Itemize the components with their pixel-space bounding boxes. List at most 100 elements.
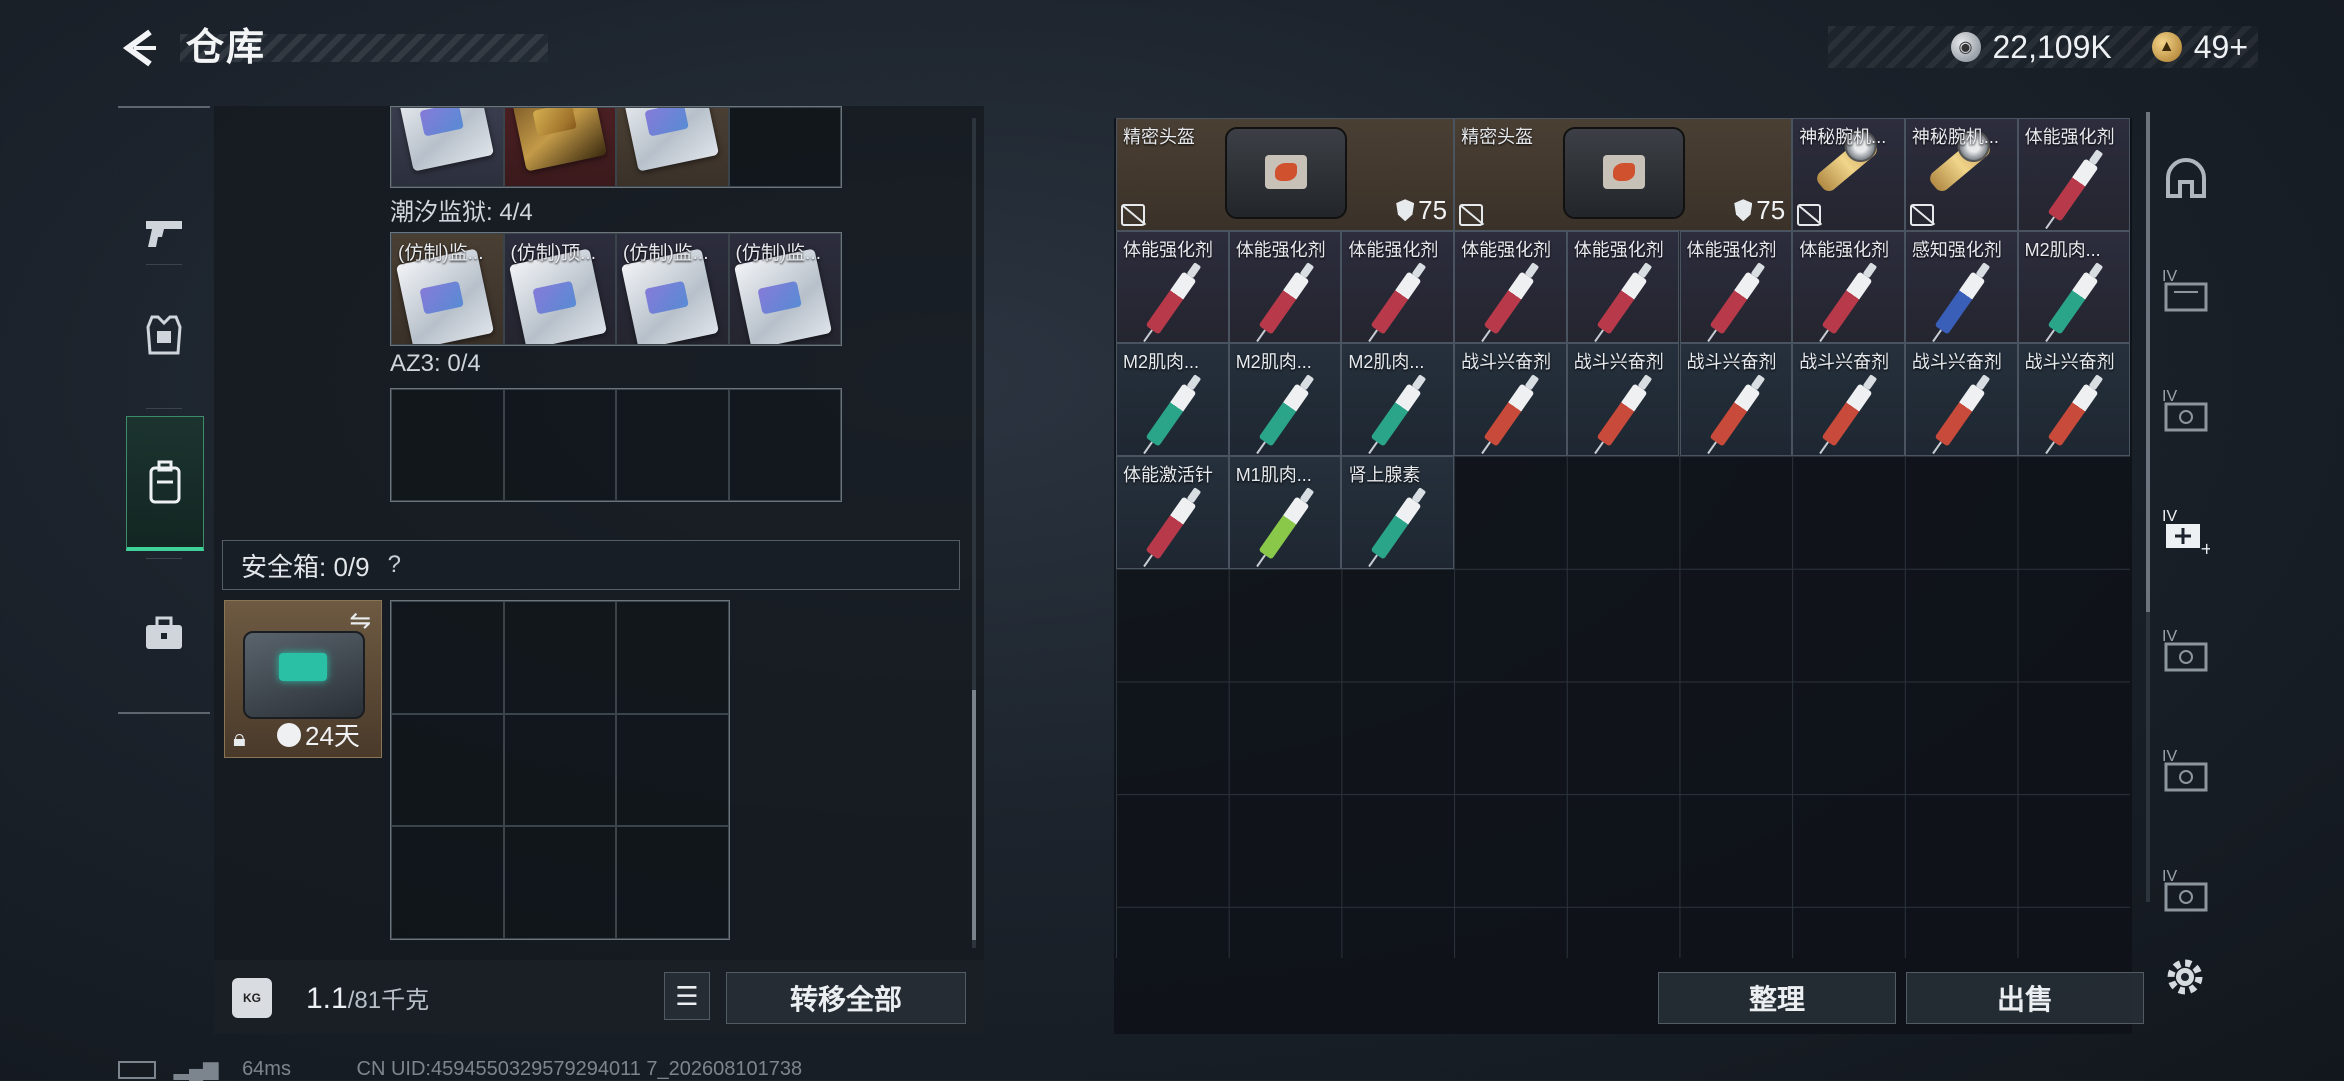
transfer-all-button[interactable]: 转移全部 <box>726 972 966 1024</box>
empty-slot[interactable] <box>503 713 617 827</box>
syringe-image <box>1258 271 1310 335</box>
item-name: 感知强化剂 <box>1911 239 2002 260</box>
key-card-slot[interactable] <box>616 107 729 187</box>
time-left-text: 24天 <box>305 721 360 751</box>
empty-slot[interactable] <box>391 826 504 939</box>
container-iv-add[interactable]: IV + <box>2162 508 2213 558</box>
item-name: 战斗兴奋剂 <box>1461 352 1552 373</box>
stash-item[interactable]: 体能强化剂 <box>1228 230 1342 344</box>
silver-amount: 22,109K <box>1992 28 2112 65</box>
sort-button[interactable]: 整理 <box>1658 972 1896 1024</box>
empty-slot[interactable] <box>391 713 504 827</box>
settings-button[interactable] <box>2162 954 2210 995</box>
key-card-slot[interactable]: (仿制)监... <box>728 233 841 345</box>
stash-item[interactable]: M2肌肉... <box>2017 230 2130 344</box>
empty-slot[interactable] <box>616 713 729 827</box>
item-name: 体能激活针 <box>1123 465 1213 486</box>
container-iv-3[interactable]: IV <box>2162 628 2210 674</box>
stash-item[interactable]: M2肌肉... <box>1341 343 1455 457</box>
container-iv-1[interactable]: IV <box>2162 268 2210 314</box>
stash-item[interactable]: 战斗兴奋剂 <box>1792 343 1905 457</box>
stash-item[interactable]: 体能强化剂 <box>1341 230 1455 344</box>
stash-item[interactable]: 战斗兴奋剂 <box>1679 343 1793 457</box>
stash-item[interactable]: 战斗兴奋剂 <box>2017 343 2130 457</box>
tab-divider <box>146 264 182 265</box>
tier-label: IV <box>2162 508 2178 525</box>
syringe-image <box>1370 496 1422 560</box>
stash-item[interactable]: 战斗兴奋剂 <box>1566 343 1680 457</box>
stash-item[interactable]: 体能强化剂 <box>1116 230 1229 344</box>
empty-slot[interactable] <box>503 826 617 939</box>
stash-item[interactable]: 战斗兴奋剂 <box>1454 343 1567 457</box>
stash-item[interactable]: M2肌肉... <box>1116 343 1229 457</box>
helmet-bag-image <box>1225 127 1347 219</box>
item-name: M2肌肉... <box>1123 352 1200 373</box>
weight-max: /81千克 <box>347 987 430 1014</box>
stash-item[interactable]: 战斗兴奋剂 <box>1904 343 2018 457</box>
tier-label: IV <box>2162 868 2178 885</box>
empty-slot[interactable] <box>503 389 616 501</box>
stash-item[interactable]: 体能强化剂 <box>2017 118 2130 231</box>
left-scrollbar-thumb[interactable] <box>972 690 976 940</box>
key-card-slot[interactable]: (仿制)监... <box>391 233 504 345</box>
key-card-slot[interactable] <box>391 107 504 187</box>
container-iv-5[interactable]: IV <box>2162 868 2210 914</box>
helmet-slot[interactable] <box>2162 156 2210 198</box>
stash-item[interactable]: 神秘腕机... <box>1792 118 1905 231</box>
item-name: 战斗兴奋剂 <box>1573 352 1664 373</box>
tier-label: IV <box>2162 388 2178 405</box>
stash-item[interactable]: 精密头盔 75 <box>1116 118 1455 231</box>
empty-slot[interactable] <box>503 601 617 714</box>
syringe-image <box>2047 271 2099 335</box>
backpack-tab[interactable] <box>126 416 204 551</box>
weight-readout: 1.1/81千克 <box>306 980 429 1016</box>
tier-label: IV <box>2162 628 2178 645</box>
stash-item[interactable]: 体能强化剂 <box>1679 230 1793 344</box>
stash-item[interactable]: 体能激活针 <box>1116 456 1229 569</box>
sell-button[interactable]: 出售 <box>1906 972 2144 1024</box>
stash-item[interactable]: 体能强化剂 <box>1566 230 1680 344</box>
back-button[interactable] <box>116 24 164 72</box>
safe-box-item[interactable]: ⇋ 🔒︎ 24天 <box>224 600 382 758</box>
syringe-image <box>1596 271 1648 335</box>
armor-vest-icon <box>146 315 182 355</box>
syringe-image <box>1709 383 1760 448</box>
item-name: 精密头盔 <box>1123 127 1195 147</box>
empty-slot[interactable] <box>728 107 841 187</box>
item-name: 体能强化剂 <box>2024 127 2115 147</box>
no-insurance-icon <box>1121 203 1145 226</box>
stash-item[interactable]: 体能强化剂 <box>1454 230 1567 344</box>
stash-item[interactable]: 精密头盔 75 <box>1454 118 1793 231</box>
container-iv-4[interactable]: IV <box>2162 748 2210 794</box>
armor-tab[interactable] <box>126 270 202 400</box>
stash-grid: 精密头盔 75 精密头盔 75 神秘腕机... 神秘腕机... 体能强化剂 体能强化剂 体能强化… <box>1116 118 2130 958</box>
empty-slot[interactable] <box>728 389 841 501</box>
container-iv-2[interactable]: IV <box>2162 388 2210 434</box>
stash-item[interactable]: M2肌肉... <box>1228 343 1342 457</box>
key-card-slot[interactable]: (仿制)顶... <box>503 233 616 345</box>
stash-item[interactable]: M1肌肉... <box>1228 456 1342 569</box>
stash-item[interactable]: 神秘腕机... <box>1904 118 2018 231</box>
gold-amount[interactable]: 49+ <box>2194 29 2248 66</box>
swap-icon[interactable]: ⇋ <box>349 605 371 636</box>
stash-item[interactable]: 感知强化剂 <box>1904 230 2018 344</box>
empty-slot[interactable] <box>391 389 504 501</box>
lock-icon: 🔒︎ <box>233 725 246 752</box>
list-view-button[interactable]: ☰ <box>664 972 710 1020</box>
empty-slot[interactable] <box>616 601 729 714</box>
empty-slot[interactable] <box>616 389 729 501</box>
stash-item[interactable]: 体能强化剂 <box>1792 230 1905 344</box>
empty-slot[interactable] <box>616 826 729 939</box>
stash-item[interactable]: 肾上腺素 <box>1341 456 1455 569</box>
item-name: M2肌肉... <box>1348 352 1425 373</box>
briefcase-tab[interactable] <box>126 568 202 698</box>
key-card-slot[interactable] <box>503 107 616 187</box>
uid-text: CN UID:4594550329579294011 7_20260810173… <box>356 1058 803 1080</box>
syringe-image <box>1596 383 1648 448</box>
item-name: 战斗兴奋剂 <box>1911 352 2002 373</box>
help-button[interactable]: ? <box>388 551 401 579</box>
gear-icon <box>2167 959 2203 995</box>
empty-slot[interactable] <box>391 601 504 714</box>
no-insurance-icon <box>1797 203 1822 226</box>
key-card-slot[interactable]: (仿制)监... <box>616 233 729 345</box>
